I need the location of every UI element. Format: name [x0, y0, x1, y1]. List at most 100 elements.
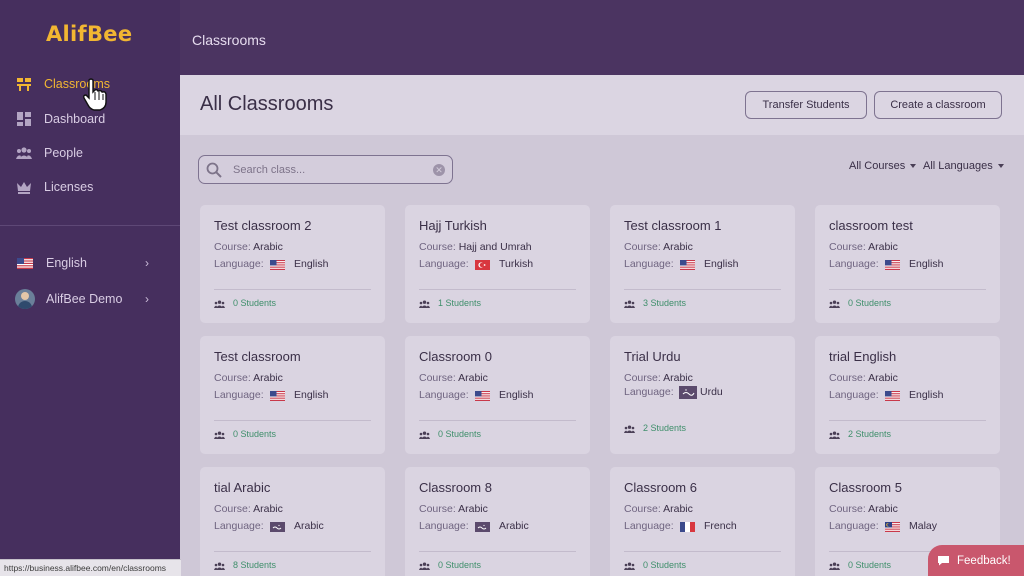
- classroom-card[interactable]: Test classroom 2 Course: Arabic Language: E…: [200, 205, 385, 323]
- course-prefix: Course:: [624, 503, 661, 515]
- classroom-name: Classroom 6: [624, 480, 697, 495]
- student-count[interactable]: 8 Students: [214, 560, 276, 570]
- student-count-label: 8 Students: [233, 560, 277, 570]
- student-count-label: 2 Students: [848, 429, 892, 439]
- student-count[interactable]: 1 Students: [419, 298, 481, 308]
- search-input[interactable]: [233, 161, 423, 179]
- account-menu[interactable]: AlifBee Demo ›: [0, 284, 180, 314]
- classroom-icon: [17, 78, 31, 91]
- course-name: Arabic: [663, 503, 693, 515]
- course-prefix: Course:: [214, 372, 251, 384]
- course-name: Arabic: [253, 503, 283, 515]
- arabic-flag-icon: [270, 522, 285, 532]
- feedback-button[interactable]: Feedback!: [928, 545, 1024, 576]
- classroom-card[interactable]: Classroom 8 Course: Arabic Language: Arabic…: [405, 467, 590, 576]
- classroom-card[interactable]: Trial Urdu Course: Arabic Language: Urdu 2 S…: [610, 336, 795, 454]
- course-name: Arabic: [663, 372, 693, 384]
- classroom-name: Test classroom 1: [624, 218, 722, 233]
- search-box: ✕: [198, 155, 453, 184]
- card-divider: [214, 551, 371, 552]
- course-prefix: Course:: [214, 503, 251, 515]
- language-prefix: Language:: [829, 520, 879, 532]
- student-count-label: 0 Students: [438, 429, 482, 439]
- language-selector[interactable]: English ›: [0, 248, 180, 278]
- student-count-label: 2 Students: [643, 423, 687, 433]
- student-count[interactable]: 0 Students: [214, 429, 276, 439]
- course-name: Arabic: [663, 241, 693, 253]
- student-count-label: 3 Students: [643, 298, 687, 308]
- sidebar-item-people[interactable]: People: [0, 138, 180, 168]
- classroom-card[interactable]: tial Arabic Course: Arabic Language: Arabic…: [200, 467, 385, 576]
- transfer-students-button[interactable]: Transfer Students: [745, 91, 867, 119]
- course-row: Course: Arabic: [419, 372, 488, 384]
- language-prefix: Language:: [829, 389, 879, 401]
- student-count[interactable]: 2 Students: [829, 429, 891, 439]
- people-icon: [214, 431, 225, 439]
- create-classroom-button[interactable]: Create a classroom: [874, 91, 1002, 119]
- course-prefix: Course:: [624, 372, 661, 384]
- card-divider: [624, 551, 781, 552]
- classroom-card[interactable]: Classroom 6 Course: Arabic Language: French…: [610, 467, 795, 576]
- student-count[interactable]: 0 Students: [829, 560, 891, 570]
- card-divider: [624, 289, 781, 290]
- classroom-card[interactable]: Test classroom 1 Course: Arabic Language: E…: [610, 205, 795, 323]
- us-flag-icon: [475, 391, 490, 401]
- student-count[interactable]: 0 Students: [419, 429, 481, 439]
- classroom-name: tial Arabic: [214, 480, 271, 495]
- sidebar-item-licenses[interactable]: Licenses: [0, 172, 180, 202]
- sidebar-item-label: Dashboard: [44, 112, 106, 126]
- language-prefix: Language:: [624, 258, 674, 270]
- people-icon: [829, 300, 840, 308]
- us-flag-icon: [270, 391, 285, 401]
- language-name: Malay: [909, 520, 938, 532]
- people-icon: [624, 300, 635, 308]
- course-name: Arabic: [868, 241, 898, 253]
- student-count[interactable]: 0 Students: [214, 298, 276, 308]
- card-divider: [214, 289, 371, 290]
- account-name: AlifBee Demo: [46, 292, 123, 306]
- language-name: Arabic: [294, 520, 324, 532]
- people-icon: [419, 300, 430, 308]
- search-icon: [206, 162, 222, 178]
- card-divider: [419, 289, 576, 290]
- classroom-name: Test classroom 2: [214, 218, 312, 233]
- course-row: Course: Arabic: [829, 241, 898, 253]
- language-prefix: Language:: [419, 520, 469, 532]
- languages-filter[interactable]: All Languages: [923, 160, 1004, 172]
- classroom-card[interactable]: trial English Course: Arabic Language: Engl…: [815, 336, 1000, 454]
- language-prefix: Language:: [624, 520, 674, 532]
- classroom-card[interactable]: Classroom 0 Course: Arabic Language: Englis…: [405, 336, 590, 454]
- student-count[interactable]: 3 Students: [624, 298, 686, 308]
- clear-icon[interactable]: ✕: [433, 164, 445, 176]
- language-prefix: Language:: [214, 520, 264, 532]
- course-row: Course: Arabic: [214, 241, 283, 253]
- status-bar-url: https://business.alifbee.com/en/classroo…: [0, 559, 181, 576]
- classroom-card[interactable]: Test classroom Course: Arabic Language: Eng…: [200, 336, 385, 454]
- caret-down-icon: [997, 164, 1004, 169]
- hand-cursor-icon: [83, 78, 107, 111]
- language-name: Urdu: [700, 386, 723, 398]
- logo[interactable]: AlifBee: [46, 22, 132, 46]
- course-prefix: Course:: [419, 372, 456, 384]
- student-count[interactable]: 0 Students: [624, 560, 686, 570]
- people-icon: [419, 431, 430, 439]
- language-name: Turkish: [499, 258, 534, 270]
- course-prefix: Course:: [419, 503, 456, 515]
- language-prefix: Language:: [829, 258, 879, 270]
- classroom-card[interactable]: Hajj Turkish Course: Hajj and Umrah Langua…: [405, 205, 590, 323]
- student-count[interactable]: 0 Students: [419, 560, 481, 570]
- us-flag-icon: [270, 260, 285, 270]
- student-count[interactable]: 2 Students: [624, 423, 686, 433]
- courses-filter[interactable]: All Courses: [849, 160, 917, 172]
- course-name: Arabic: [458, 503, 488, 515]
- course-row: Course: Hajj and Umrah: [419, 241, 532, 253]
- course-name: Arabic: [253, 241, 283, 253]
- student-count-label: 0 Students: [438, 560, 482, 570]
- student-count[interactable]: 0 Students: [829, 298, 891, 308]
- course-name: Arabic: [868, 372, 898, 384]
- course-name: Arabic: [253, 372, 283, 384]
- classroom-name: classroom test: [829, 218, 913, 233]
- classroom-card[interactable]: classroom test Course: Arabic Language: Eng…: [815, 205, 1000, 323]
- classroom-name: Trial Urdu: [624, 349, 681, 364]
- chevron-right-icon: ›: [145, 292, 149, 306]
